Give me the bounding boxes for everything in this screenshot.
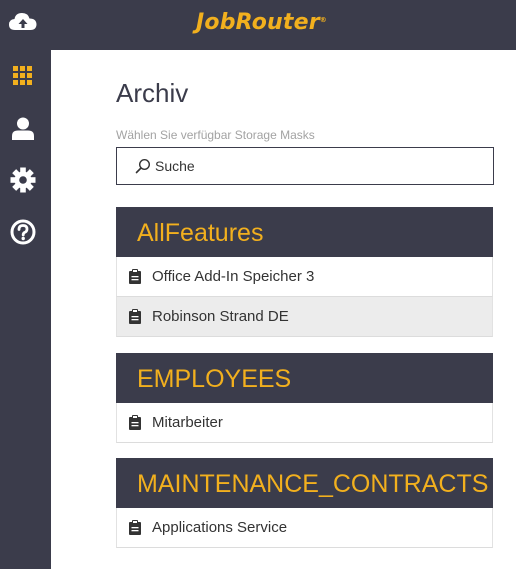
- jobrouter-logo[interactable]: JobRouter®: [196, 10, 327, 35]
- list-item-label: Office Add-In Speicher 3: [152, 268, 315, 285]
- list-item[interactable]: Applications Service: [116, 508, 493, 548]
- grid-icon[interactable]: [8, 61, 38, 91]
- group-header: AllFeatures: [116, 207, 493, 257]
- list-item-label: Mitarbeiter: [152, 414, 223, 431]
- search-input[interactable]: [155, 154, 475, 178]
- list-item-label: Applications Service: [152, 519, 288, 536]
- search-box[interactable]: [116, 147, 494, 185]
- list-item-label: Robinson Strand DE: [152, 308, 289, 325]
- clipboard-icon: [128, 309, 142, 325]
- gear-icon[interactable]: [8, 165, 38, 195]
- group-header: MAINTENANCE_CONTRACTS: [116, 458, 493, 508]
- list-item[interactable]: Robinson Strand DE: [116, 297, 493, 337]
- group-allfeatures: AllFeatures Office Add-In Speicher 3 Rob…: [116, 207, 493, 337]
- clipboard-icon: [128, 269, 142, 285]
- storage-masks-hint: Wählen Sie verfügbar Storage Masks: [116, 128, 315, 142]
- search-icon: [135, 158, 151, 174]
- group-maintenance-contracts: MAINTENANCE_CONTRACTS Applications Servi…: [116, 458, 493, 548]
- clipboard-icon: [128, 415, 142, 431]
- group-employees: EMPLOYEES Mitarbeiter: [116, 353, 493, 443]
- sidebar: [0, 0, 51, 569]
- top-bar: JobRouter®: [0, 0, 516, 50]
- list-item[interactable]: Mitarbeiter: [116, 403, 493, 443]
- user-icon[interactable]: [8, 113, 38, 143]
- group-header: EMPLOYEES: [116, 353, 493, 403]
- cloud-upload-icon[interactable]: [8, 7, 38, 37]
- main-content: Archiv Wählen Sie verfügbar Storage Mask…: [51, 50, 516, 569]
- clipboard-icon: [128, 520, 142, 536]
- help-icon[interactable]: [8, 217, 38, 247]
- list-item[interactable]: Office Add-In Speicher 3: [116, 257, 493, 297]
- page-title: Archiv: [116, 78, 189, 108]
